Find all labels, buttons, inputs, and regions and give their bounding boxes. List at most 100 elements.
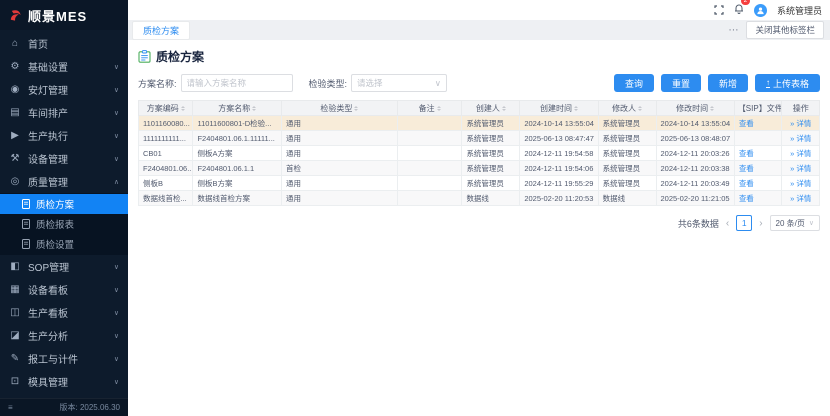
sidebar-item-production-analysis[interactable]: ◪ 生产分析 ∨ <box>0 324 128 347</box>
calendar-icon: ▤ <box>9 107 21 118</box>
sidebar-item-equipment-board[interactable]: ▦ 设备看板 ∨ <box>0 278 128 301</box>
cell-created: 2024-12-11 19:54:06 <box>520 161 598 176</box>
sidebar-item-scheduling[interactable]: ▤ 车间排产 ∨ <box>0 101 128 124</box>
col-header-code: 方案编码 <box>139 101 193 116</box>
sidebar-item-mold[interactable]: ⊡ 模具管理 ∨ <box>0 370 128 393</box>
cell-type: 通用 <box>281 146 397 161</box>
table-row[interactable]: CB01 侧板A方案 通用 系统管理员 2024-12-11 19:54:58 … <box>139 146 820 161</box>
table-row[interactable]: 1101160080... 11011600801-D检验... 通用 系统管理… <box>139 116 820 131</box>
inspection-type-select[interactable]: 请选择 ∨ <box>351 74 447 92</box>
page-size-select[interactable]: 20 条/页 ∨ <box>770 215 820 231</box>
sop-icon: ◧ <box>9 261 21 272</box>
detail-link[interactable]: 详情 <box>796 149 811 158</box>
cell-modifier: 系统管理员 <box>598 161 656 176</box>
sidebar-item-andon[interactable]: ◉ 安灯管理 ∨ <box>0 78 128 101</box>
inspection-plan-table: 方案编码 方案名称 检验类型 备注 创建人 创建时间 修改人 修改时间 【SIP… <box>138 100 820 206</box>
sidebar-subitem-inspection-settings[interactable]: 质检设置 <box>0 234 128 254</box>
sidebar-item-home[interactable]: ⌂ 首页 <box>0 32 128 55</box>
detail-arrow-icon: » <box>790 134 794 143</box>
detail-link[interactable]: 详情 <box>796 134 811 143</box>
detail-arrow-icon: » <box>790 149 794 158</box>
sort-caret-icon[interactable] <box>252 104 256 113</box>
col-header-action: 操作 <box>782 101 820 116</box>
tab-inspection-plan[interactable]: 质检方案 <box>132 21 190 40</box>
sip-view-link[interactable]: 查看 <box>739 179 754 188</box>
sip-view-link[interactable]: 查看 <box>739 149 754 158</box>
sip-view-link[interactable]: 查看 <box>739 164 754 173</box>
sort-caret-icon[interactable] <box>502 104 506 113</box>
cell-modifier: 系统管理员 <box>598 146 656 161</box>
cell-code: 1111111111... <box>139 131 193 146</box>
reset-button[interactable]: 重置 <box>661 74 701 92</box>
cell-modifier: 系统管理员 <box>598 116 656 131</box>
cell-modifier: 系统管理员 <box>598 131 656 146</box>
chevron-down-icon: ∨ <box>114 332 119 340</box>
sort-caret-icon[interactable] <box>181 104 185 113</box>
sip-view-link[interactable]: 查看 <box>739 194 754 203</box>
detail-link[interactable]: 详情 <box>796 179 811 188</box>
table-row[interactable]: 1111111111... F2404801.06.1.11111... 通用 … <box>139 131 820 146</box>
query-button[interactable]: 查询 <box>614 74 654 92</box>
cell-code: 数据线首检... <box>139 191 193 206</box>
cell-name: 11011600801-D检验... <box>193 116 282 131</box>
sort-caret-icon[interactable] <box>710 104 714 113</box>
sidebar-item-label: 首页 <box>28 36 48 51</box>
cell-creator: 系统管理员 <box>462 161 520 176</box>
detail-link[interactable]: 详情 <box>796 164 811 173</box>
table-row[interactable]: 数据线首检... 数据线首检方案 通用 数据线 2025-02-20 11:20… <box>139 191 820 206</box>
document-icon <box>22 239 30 249</box>
sidebar-subitem-label: 质检报表 <box>36 217 74 231</box>
sidebar-item-quality[interactable]: ◎ 质量管理 ∧ <box>0 170 128 193</box>
sort-caret-icon[interactable] <box>574 104 578 113</box>
username-label[interactable]: 系统管理员 <box>777 4 822 17</box>
plan-name-label: 方案名称: <box>138 77 177 90</box>
sidebar-item-equipment[interactable]: ⚒ 设备管理 ∨ <box>0 147 128 170</box>
plan-name-input[interactable] <box>181 74 293 92</box>
sidebar-item-label: 报工与计件 <box>28 351 78 366</box>
chevron-down-icon: ∨ <box>114 355 119 363</box>
app-title: 顺景MES <box>28 6 87 25</box>
page-number-button[interactable]: 1 <box>736 215 752 231</box>
cell-creator: 系统管理员 <box>462 146 520 161</box>
sidebar-item-base-settings[interactable]: ⚙ 基础设置 ∨ <box>0 55 128 78</box>
table-row[interactable]: F2404801.06... F2404801.06.1.1 首检 系统管理员 … <box>139 161 820 176</box>
sidebar-item-label: 设备管理 <box>28 151 68 166</box>
cell-type: 通用 <box>281 116 397 131</box>
close-other-tabs-button[interactable]: 关闭其他标签栏 <box>746 21 824 39</box>
chevron-down-icon: ∨ <box>114 286 119 294</box>
detail-link[interactable]: 详情 <box>796 119 811 128</box>
sidebar-subitem-inspection-report[interactable]: 质检报表 <box>0 214 128 234</box>
cell-name: F2404801.06.1.11111... <box>193 131 282 146</box>
sidebar-item-piecework[interactable]: ✎ 报工与计件 ∨ <box>0 347 128 370</box>
sidebar-subitem-inspection-plan[interactable]: 质检方案 <box>0 194 128 214</box>
logo-icon <box>8 8 23 23</box>
sip-view-link[interactable]: 查看 <box>739 119 754 128</box>
detail-arrow-icon: » <box>790 194 794 203</box>
next-page-icon[interactable]: › <box>759 218 762 229</box>
sidebar-item-production-board[interactable]: ◫ 生产看板 ∨ <box>0 301 128 324</box>
chevron-up-icon: ∧ <box>114 178 119 186</box>
sidebar-item-label: 安灯管理 <box>28 82 68 97</box>
sidebar-item-label: 模具管理 <box>28 374 68 389</box>
sidebar-item-execution[interactable]: ▶ 生产执行 ∨ <box>0 124 128 147</box>
fullscreen-icon[interactable] <box>714 5 724 15</box>
tab-bar: 质检方案 ⋯ 关闭其他标签栏 <box>128 20 830 40</box>
tab-more-icon[interactable]: ⋯ <box>728 25 738 36</box>
detail-link[interactable]: 详情 <box>796 194 811 203</box>
chevron-down-icon: ∨ <box>114 132 119 140</box>
sidebar-item-sop[interactable]: ◧ SOP管理 ∨ <box>0 255 128 278</box>
upload-table-button[interactable]: ↑ 上传表格 <box>755 74 820 92</box>
sort-caret-icon[interactable] <box>638 104 642 113</box>
sort-caret-icon[interactable] <box>437 104 441 113</box>
cell-modified: 2024-12-11 20:03:26 <box>656 146 734 161</box>
table-row[interactable]: 侧板B 侧板B方案 通用 系统管理员 2024-12-11 19:55:29 系… <box>139 176 820 191</box>
cell-created: 2024-12-11 19:55:29 <box>520 176 598 191</box>
notifications-bell-icon[interactable]: 2 <box>734 1 744 19</box>
avatar[interactable] <box>754 4 767 17</box>
col-header-type: 检验类型 <box>281 101 397 116</box>
cell-remark <box>397 161 462 176</box>
prev-page-icon[interactable]: ‹ <box>726 218 729 229</box>
collapse-sidebar-icon[interactable]: ≡ <box>8 403 13 412</box>
add-button[interactable]: 新增 <box>708 74 748 92</box>
sort-caret-icon[interactable] <box>354 104 358 113</box>
